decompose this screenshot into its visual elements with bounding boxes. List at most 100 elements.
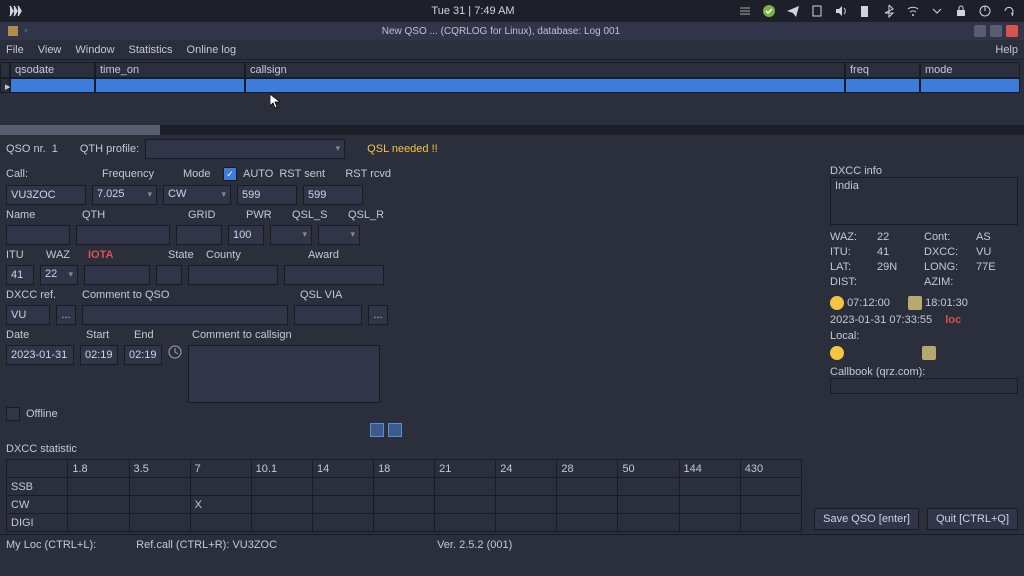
qsl-via-input[interactable]: [294, 305, 362, 325]
start-label: Start: [86, 329, 128, 341]
start-input[interactable]: [80, 345, 118, 365]
refresh-icon[interactable]: [1002, 4, 1016, 18]
dxcc-stat-title: DXCC statistic: [0, 441, 1024, 457]
state-label: State: [168, 249, 200, 261]
date-input[interactable]: [6, 345, 74, 365]
table-row[interactable]: ▸: [0, 78, 1024, 93]
award-input[interactable]: [284, 265, 384, 285]
shield-check-icon[interactable]: [762, 4, 776, 18]
dxcc-dist-l: DIST:: [830, 276, 875, 288]
maximize-button[interactable]: [990, 25, 1002, 37]
status-refcall: Ref.call (CTRL+R): VU3ZOC: [136, 539, 277, 551]
menu-statistics[interactable]: Statistics: [129, 44, 173, 56]
close-button[interactable]: [1006, 25, 1018, 37]
call-input[interactable]: [6, 185, 86, 205]
chevron-down-icon[interactable]: [930, 4, 944, 18]
wifi-icon[interactable]: [906, 4, 920, 18]
band-14: 14: [312, 460, 373, 478]
dxcc-dxcc-l: DXCC:: [924, 246, 974, 258]
dxcc-waz-l: WAZ:: [830, 231, 875, 243]
kde-logo-icon[interactable]: [8, 4, 22, 18]
waz-select[interactable]: 22: [40, 265, 78, 285]
offline-checkbox[interactable]: [6, 407, 20, 421]
col-callsign[interactable]: callsign: [245, 62, 845, 78]
power-icon[interactable]: [978, 4, 992, 18]
menu-online[interactable]: Online log: [187, 44, 237, 56]
tool-icon-1[interactable]: [370, 423, 384, 437]
dxcc-lat-l: LAT:: [830, 261, 875, 273]
bluetooth-icon[interactable]: [882, 4, 896, 18]
menu-window[interactable]: Window: [75, 44, 114, 56]
dxcc-ref-input[interactable]: [6, 305, 50, 325]
sunset-icon-local: [922, 346, 936, 360]
comment-call-label: Comment to callsign: [192, 329, 292, 341]
name-input[interactable]: [6, 225, 70, 245]
row-ssb: SSB: [7, 478, 68, 496]
clipboard-icon[interactable]: [810, 4, 824, 18]
end-label: End: [134, 329, 186, 341]
sun-icon-local: [830, 346, 844, 360]
band-10-1: 10.1: [251, 460, 312, 478]
qth-profile-select[interactable]: [145, 139, 345, 159]
battery-icon[interactable]: [858, 4, 872, 18]
auto-checkbox[interactable]: ✓: [223, 167, 237, 181]
dxcc-cont: AS: [976, 231, 1016, 243]
county-label: County: [206, 249, 302, 261]
comment-qso-input[interactable]: [82, 305, 288, 325]
clock[interactable]: Tue 31 | 7:49 AM: [208, 5, 738, 17]
tool-icon-2[interactable]: [388, 423, 402, 437]
minimize-button[interactable]: [974, 25, 986, 37]
pwr-input[interactable]: [228, 225, 264, 245]
iota-input[interactable]: [84, 265, 150, 285]
grid-input[interactable]: [176, 225, 222, 245]
rst-sent-input[interactable]: [237, 185, 297, 205]
pwr-label: PWR: [246, 209, 286, 221]
col-time-on[interactable]: time_on: [95, 62, 245, 78]
system-topbar: Tue 31 | 7:49 AM: [0, 0, 1024, 22]
menu-view[interactable]: View: [38, 44, 62, 56]
col-qsodate[interactable]: qsodate: [10, 62, 95, 78]
qsl-r-select[interactable]: [318, 225, 360, 245]
lock-icon[interactable]: [954, 4, 968, 18]
sunset-time: 18:01:30: [925, 297, 968, 309]
clock-icon[interactable]: [168, 345, 182, 359]
county-input[interactable]: [188, 265, 278, 285]
qsl-needed-warning: QSL needed !!: [367, 143, 438, 155]
status-myloc: My Loc (CTRL+L):: [6, 539, 96, 551]
end-input[interactable]: [124, 345, 162, 365]
band-7: 7: [190, 460, 251, 478]
band-144: 144: [679, 460, 740, 478]
col-freq[interactable]: freq: [845, 62, 920, 78]
menu-help[interactable]: Help: [995, 44, 1018, 56]
quit-button[interactable]: Quit [CTRL+Q]: [927, 508, 1018, 530]
rst-rcvd-label: RST rcvd: [345, 168, 391, 180]
save-qso-button[interactable]: Save QSO [enter]: [814, 508, 919, 530]
comment-call-textarea[interactable]: [188, 345, 380, 403]
telegram-icon[interactable]: [786, 4, 800, 18]
band-18: 18: [374, 460, 435, 478]
row-cw: CW: [7, 496, 68, 514]
volume-icon[interactable]: [834, 4, 848, 18]
dxcc-lookup-button[interactable]: ...: [56, 305, 76, 325]
rst-rcvd-input[interactable]: [303, 185, 363, 205]
qso-grid: qsodate time_on callsign freq mode ▸: [0, 62, 1024, 135]
band-28: 28: [557, 460, 618, 478]
window-title: New QSO ... (CQRLOG for Linux), database…: [28, 26, 974, 37]
col-mode[interactable]: mode: [920, 62, 1020, 78]
qth-input[interactable]: [76, 225, 170, 245]
dxcc-dxcc: VU: [976, 246, 1016, 258]
qsl-via-lookup-button[interactable]: ...: [368, 305, 388, 325]
status-version: Ver. 2.5.2 (001): [437, 539, 512, 551]
offline-label: Offline: [26, 408, 58, 420]
dxcc-itu-l: ITU:: [830, 246, 875, 258]
qsl-s-select[interactable]: [270, 225, 312, 245]
dxcc-country: India: [835, 180, 859, 192]
itu-input[interactable]: [6, 265, 34, 285]
menubar: File View Window Statistics Online log H…: [0, 40, 1024, 60]
frequency-select[interactable]: 7.025: [92, 185, 157, 205]
hscrollbar[interactable]: [0, 125, 1024, 135]
menu-icon[interactable]: [738, 4, 752, 18]
menu-file[interactable]: File: [6, 44, 24, 56]
mode-select[interactable]: CW: [163, 185, 231, 205]
state-input[interactable]: [156, 265, 182, 285]
